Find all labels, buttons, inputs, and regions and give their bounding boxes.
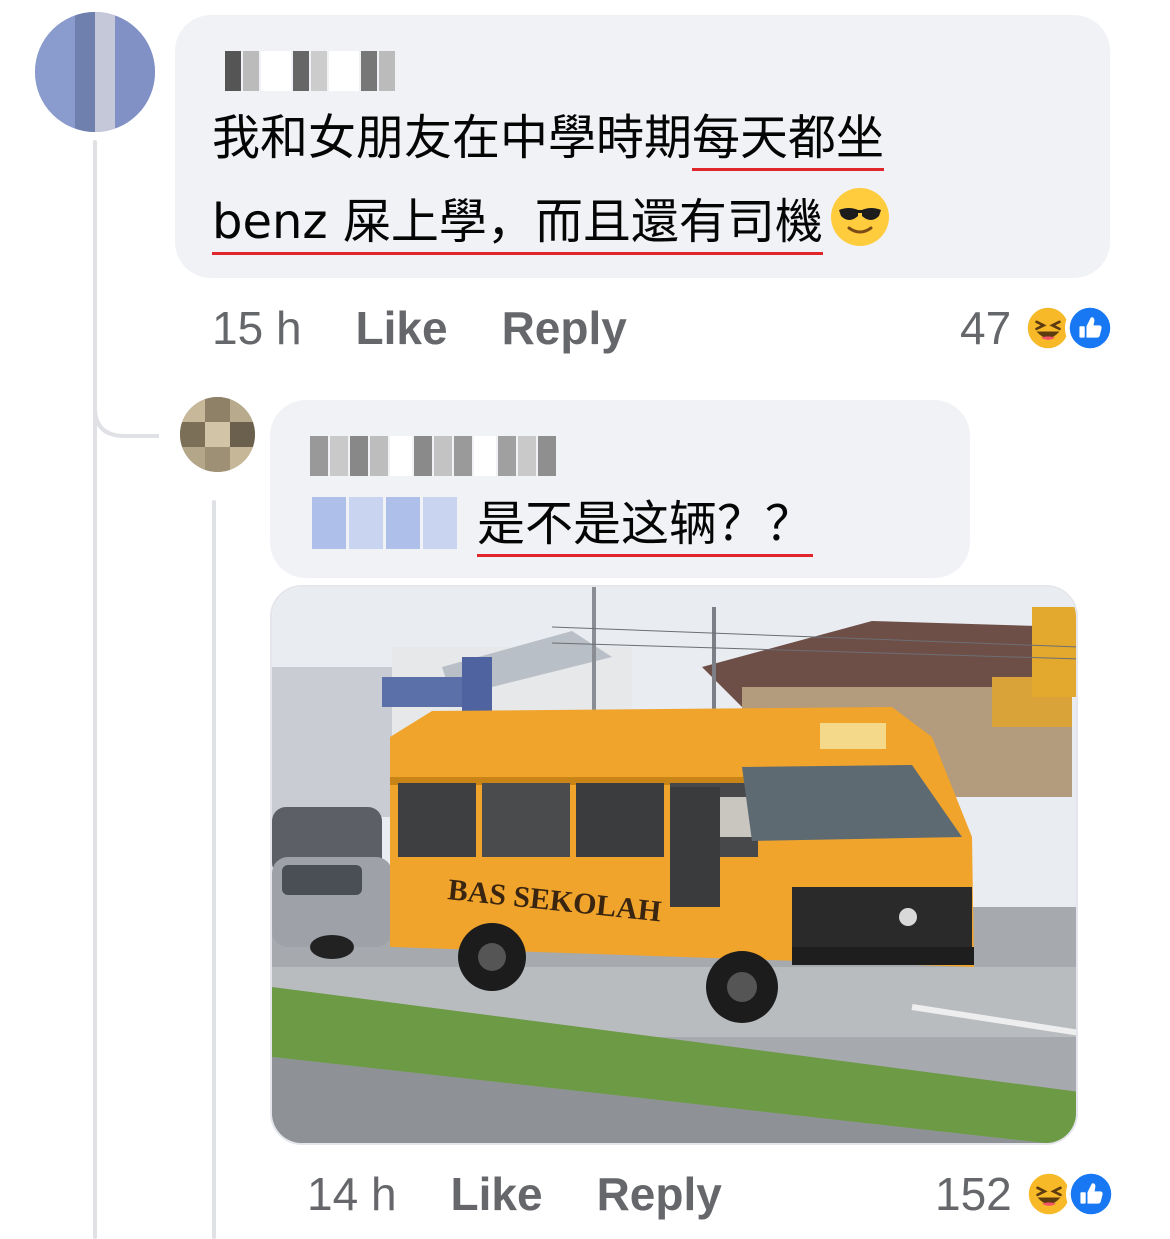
comment-text-underlined: benz 屎上學，而且還有司機 bbox=[212, 194, 823, 255]
reply-text-line: 是不是这辆？？ bbox=[312, 492, 814, 557]
reply-button[interactable]: Reply bbox=[502, 301, 627, 355]
comment-text-line-1: 我和女朋友在中學時期每天都坐 bbox=[212, 106, 885, 171]
comment-text-plain: 我和女朋友在中學時期 bbox=[212, 110, 693, 166]
reply-button[interactable]: Reply bbox=[597, 1167, 722, 1221]
avatar-blurred-image bbox=[180, 397, 255, 472]
reply-timestamp[interactable]: 14 h bbox=[307, 1167, 397, 1221]
like-reaction-icon bbox=[1065, 303, 1116, 353]
like-button[interactable]: Like bbox=[356, 301, 448, 355]
author-name-blur-block bbox=[310, 436, 556, 476]
author-name-blur-block bbox=[225, 51, 395, 91]
like-reaction-icon bbox=[1065, 1169, 1116, 1219]
comment-text-line-2: benz 屎上學，而且還有司機 bbox=[212, 186, 891, 264]
reaction-count: 47 bbox=[960, 302, 1012, 354]
mention-blur-block bbox=[312, 497, 457, 549]
comment-actions: 15 h Like Reply bbox=[212, 300, 627, 356]
comment-timestamp[interactable]: 15 h bbox=[212, 301, 302, 355]
attached-photo[interactable]: BAS SEKOLAH bbox=[270, 585, 1078, 1145]
like-button[interactable]: Like bbox=[451, 1167, 543, 1221]
comment-text-underlined: 每天都坐 bbox=[692, 110, 885, 171]
reaction-count: 152 bbox=[935, 1168, 1012, 1220]
thread-connector-curve bbox=[93, 380, 159, 438]
school-bus-photo: BAS SEKOLAH bbox=[272, 587, 1076, 1143]
avatar-blurred-image bbox=[35, 12, 155, 132]
sunglasses-emoji-icon bbox=[829, 186, 891, 264]
avatar[interactable] bbox=[35, 12, 155, 132]
reply-actions: 14 h Like Reply bbox=[307, 1166, 722, 1222]
reply-text-underlined: 是不是这辆？？ bbox=[477, 496, 814, 557]
reaction-summary[interactable]: 152 bbox=[935, 1166, 1116, 1222]
thread-line-main bbox=[93, 140, 97, 1239]
avatar[interactable] bbox=[180, 397, 255, 472]
thread-line-reply bbox=[212, 500, 216, 1239]
reaction-summary[interactable]: 47 bbox=[960, 300, 1116, 356]
